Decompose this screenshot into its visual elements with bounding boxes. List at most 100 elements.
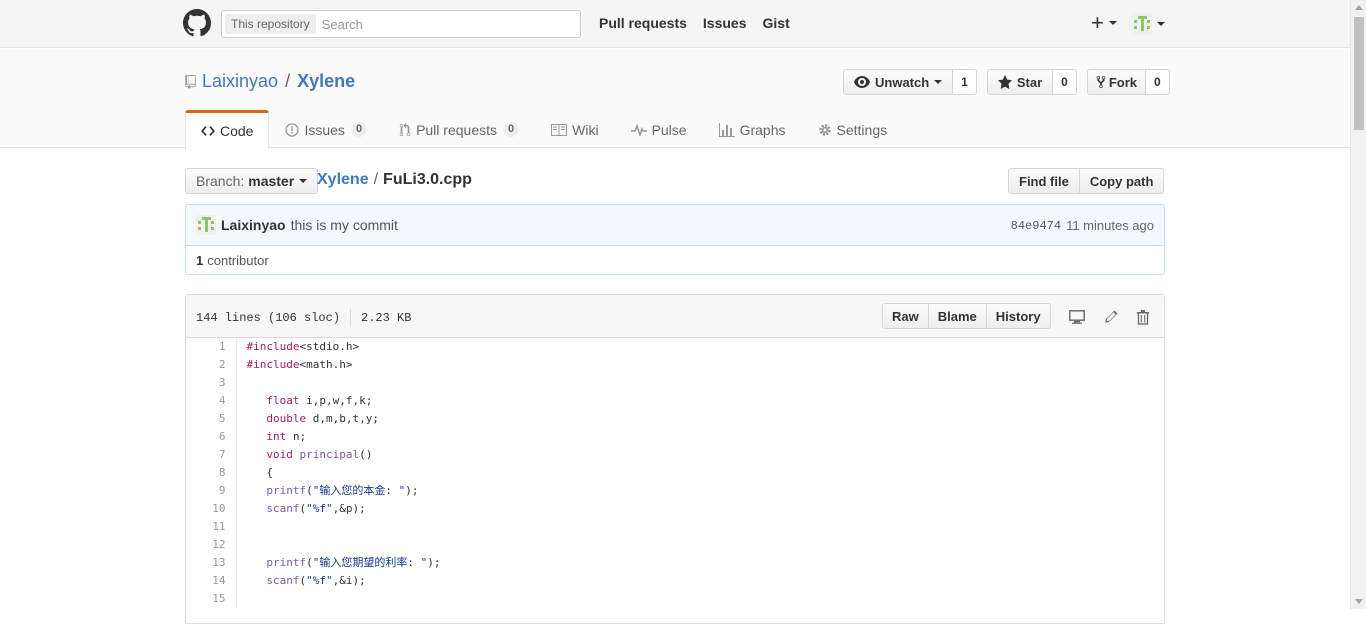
tab-label: Graphs: [739, 121, 786, 138]
breadcrumb-file: FuLi3.0.cpp: [383, 171, 472, 188]
blame-button[interactable]: Blame: [928, 303, 987, 329]
commit-author-link[interactable]: Laixinyao: [221, 217, 286, 233]
file-lines-info: 144 lines (106 sloc): [196, 311, 341, 325]
breadcrumb-separator: /: [373, 171, 379, 188]
file-info-divider: [350, 309, 352, 327]
commit-tease: Laixinyao this is my commit 84e9474 11 m…: [185, 204, 1165, 275]
contributors-label: contributor: [207, 252, 269, 268]
line-number[interactable]: 9: [186, 482, 237, 500]
branch-label: Branch:: [196, 173, 245, 189]
line-number[interactable]: 3: [186, 374, 237, 392]
create-new-button[interactable]: +: [1091, 12, 1117, 34]
fork-icon: [1096, 75, 1106, 89]
line-number[interactable]: 1: [186, 338, 237, 356]
repo-title: Laixinyao / Xylene: [185, 71, 355, 92]
line-code: [236, 518, 1164, 536]
history-button[interactable]: History: [986, 303, 1051, 329]
unwatch-button[interactable]: Unwatch: [843, 69, 954, 95]
line-number[interactable]: 6: [186, 428, 237, 446]
search-input[interactable]: [315, 12, 580, 36]
scroll-down-arrow-icon[interactable]: [1355, 599, 1363, 604]
repo-tabs: Code Issues 0 Pull requests 0 Wiki Pulse…: [185, 110, 904, 149]
scrollbar-thumb[interactable]: [1354, 17, 1364, 130]
raw-button[interactable]: Raw: [882, 303, 929, 329]
star-button[interactable]: Star: [986, 69, 1054, 95]
line-number[interactable]: 12: [186, 536, 237, 554]
code-line: 9 printf("输入您的本金: ");: [186, 482, 1164, 500]
nav-gist[interactable]: Gist: [763, 15, 790, 31]
chevron-down-icon: [1108, 21, 1117, 25]
avatar: [1132, 14, 1152, 34]
pull-requests-counter: 0: [503, 122, 520, 137]
breadcrumb-repo-link[interactable]: Xylene: [317, 171, 369, 189]
line-number[interactable]: 2: [186, 356, 237, 374]
copy-path-button[interactable]: Copy path: [1079, 168, 1165, 194]
fork-label: Fork: [1108, 74, 1138, 90]
code-icon: [201, 126, 215, 136]
star-count[interactable]: 0: [1053, 69, 1077, 95]
search-scope: This repository: [225, 14, 316, 34]
tab-pulse[interactable]: Pulse: [615, 110, 703, 148]
tab-graphs[interactable]: Graphs: [703, 110, 802, 148]
nav-issues[interactable]: Issues: [703, 15, 747, 31]
code-line: 7 void principal(): [186, 446, 1164, 464]
line-number[interactable]: 13: [186, 554, 237, 572]
branch-select-button[interactable]: Branch: master: [185, 168, 319, 194]
book-icon: [551, 123, 568, 136]
fork-count[interactable]: 0: [1146, 69, 1170, 95]
line-number[interactable]: 4: [186, 392, 237, 410]
commit-sha-link[interactable]: 84e9474: [1011, 219, 1061, 233]
line-code: double d,m,b,t,y;: [266, 412, 379, 425]
scroll-up-arrow-icon[interactable]: [1355, 5, 1363, 10]
line-number[interactable]: 14: [186, 572, 237, 590]
top-nav: Pull requests Issues Gist: [599, 15, 790, 31]
contributors-summary[interactable]: 1 contributor: [186, 246, 1164, 274]
page-scrollbar[interactable]: [1350, 0, 1366, 609]
code-line: 2 #include<math.h>: [186, 356, 1164, 374]
code-line: 15: [186, 590, 1164, 608]
commit-meta: 84e9474 11 minutes ago: [1011, 218, 1154, 233]
file-size: 2.23 KB: [361, 311, 412, 325]
fork-button[interactable]: Fork: [1086, 69, 1147, 95]
find-file-button[interactable]: Find file: [1008, 168, 1080, 194]
tab-label: Issues: [304, 121, 345, 138]
search-box[interactable]: This repository: [221, 10, 581, 38]
avatar[interactable]: [196, 215, 216, 235]
repo-name-link[interactable]: Xylene: [297, 71, 355, 92]
star-label: Star: [1016, 74, 1043, 90]
line-number[interactable]: 8: [186, 464, 237, 482]
tab-issues[interactable]: Issues 0: [269, 110, 383, 148]
line-number[interactable]: 10: [186, 500, 237, 518]
chevron-down-icon: [1157, 22, 1165, 26]
tab-wiki[interactable]: Wiki: [535, 110, 614, 148]
pencil-icon[interactable]: [1102, 308, 1120, 326]
line-number[interactable]: 15: [186, 590, 237, 608]
file-box: 144 lines (106 sloc) 2.23 KB Raw Blame H…: [185, 294, 1165, 624]
code-table: 1 #include<stdio.h> 2 #include<math.h> 3 4 fl…: [186, 338, 1164, 608]
code-line: 5 double d,m,b,t,y;: [186, 410, 1164, 428]
line-code: [236, 374, 1164, 392]
watch-count[interactable]: 1: [953, 69, 977, 95]
line-code: scanf("%f",&p);: [266, 502, 366, 515]
star-icon: [997, 75, 1012, 89]
github-logo-icon[interactable]: [183, 9, 211, 37]
tab-code[interactable]: Code: [185, 110, 270, 149]
user-menu-button[interactable]: [1132, 14, 1165, 34]
repo-head: Laixinyao / Xylene Unwatch 1 Star 0 Fork…: [0, 49, 1350, 149]
repo-owner-link[interactable]: Laixinyao: [202, 71, 278, 92]
code-line: 4 float i,p,w,f,k;: [186, 392, 1164, 410]
tab-pull-requests[interactable]: Pull requests 0: [383, 110, 535, 148]
desktop-icon[interactable]: [1068, 308, 1086, 326]
line-number[interactable]: 5: [186, 410, 237, 428]
gear-icon: [818, 123, 831, 136]
commit-message-link[interactable]: this is my commit: [291, 217, 398, 233]
tab-label: Wiki: [572, 121, 599, 138]
line-code: printf("输入您的本金: ");: [266, 484, 419, 497]
code-line: 11: [186, 518, 1164, 536]
nav-pull-requests[interactable]: Pull requests: [599, 15, 687, 31]
line-number[interactable]: 11: [186, 518, 237, 536]
code-line: 8 {: [186, 464, 1164, 482]
tab-settings[interactable]: Settings: [802, 110, 904, 148]
trash-icon[interactable]: [1134, 308, 1152, 326]
line-number[interactable]: 7: [186, 446, 237, 464]
